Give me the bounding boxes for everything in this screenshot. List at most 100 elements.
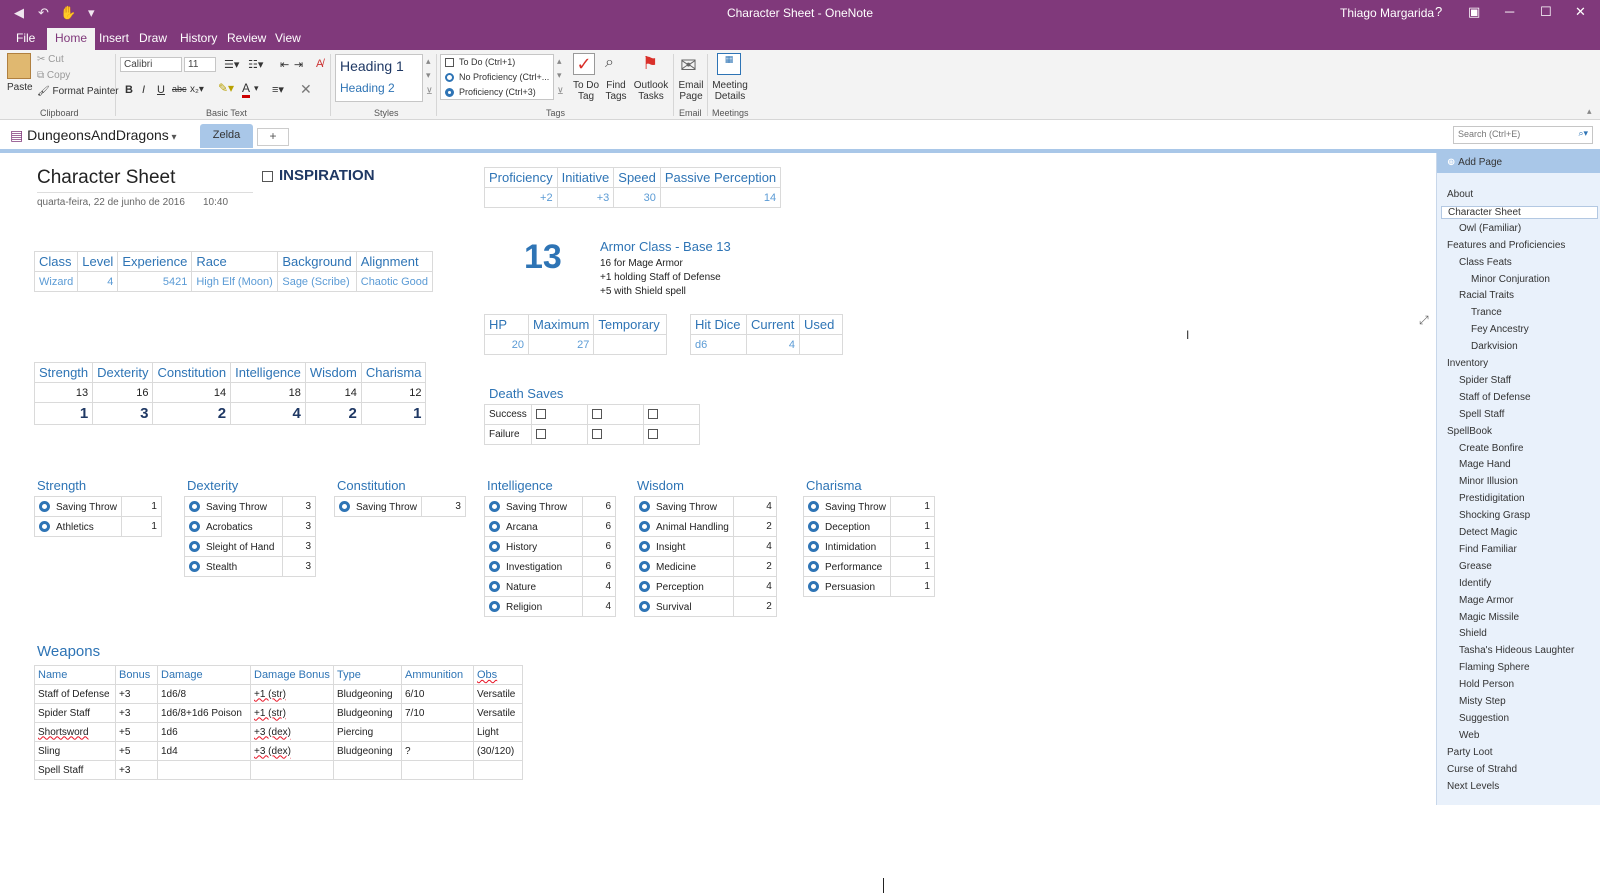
skill-value[interactable]: 1 <box>889 536 935 557</box>
proficiency-radio-icon[interactable] <box>189 520 200 532</box>
failure-checkbox[interactable] <box>535 429 546 440</box>
skill-value[interactable]: 3 <box>282 536 316 557</box>
find-tags-icon[interactable]: ⌕ <box>605 54 614 72</box>
skill-cell[interactable]: Insight <box>634 536 734 557</box>
skill-cell[interactable]: Sleight of Hand <box>184 536 283 557</box>
page-list-item[interactable]: Owl (Familiar) <box>1459 223 1521 234</box>
page-list-item[interactable]: Trance <box>1471 307 1502 318</box>
tab-view[interactable]: View <box>275 31 301 45</box>
search-input[interactable]: Search (Ctrl+E) ⌕▾ <box>1453 126 1593 144</box>
weapon-cell[interactable]: +1 (str) <box>250 684 334 704</box>
skill-cell[interactable]: Medicine <box>634 556 734 577</box>
paste-icon[interactable] <box>7 53 31 79</box>
proficiency-radio-icon[interactable] <box>808 500 819 512</box>
skill-cell[interactable]: Perception <box>634 576 734 597</box>
proficiency-radio-icon[interactable] <box>489 560 500 572</box>
ability-score[interactable]: 13 <box>33 382 94 403</box>
skill-cell[interactable]: Saving Throw <box>334 496 422 517</box>
proficiency-radio-icon[interactable] <box>339 500 350 512</box>
alignment-value[interactable]: Chaotic Good <box>355 271 434 292</box>
decrease-indent-icon[interactable]: ⇤ <box>280 58 289 71</box>
ability-modifier[interactable]: 3 <box>92 402 154 425</box>
weapon-cell[interactable]: +3 <box>115 760 158 780</box>
proficiency-radio-icon[interactable] <box>808 580 819 592</box>
skill-value[interactable]: 1 <box>120 516 162 537</box>
death-saves-title[interactable]: Death Saves <box>489 386 563 401</box>
hp-temporary-value[interactable] <box>593 334 668 355</box>
user-name[interactable]: Thiago Margarida <box>1340 6 1434 20</box>
skill-cell[interactable]: Nature <box>484 576 583 597</box>
copy-button[interactable]: ⧉ Copy <box>37 70 70 81</box>
tag-todo-item[interactable]: To Do (Ctrl+1) <box>445 57 515 68</box>
hit-dice-used-value[interactable] <box>799 334 843 355</box>
ability-modifier[interactable]: 1 <box>33 402 94 425</box>
page-list-item[interactable]: About <box>1447 189 1473 200</box>
hit-dice-value[interactable]: d6 <box>690 334 747 355</box>
highlight-icon[interactable]: ✎▾ <box>218 81 234 95</box>
skill-value[interactable]: 3 <box>282 556 316 577</box>
weapon-cell[interactable]: Spell Staff <box>34 760 116 780</box>
weapon-cell[interactable] <box>250 760 334 780</box>
success-checkbox[interactable] <box>591 409 602 420</box>
inspiration-item[interactable]: INSPIRATION <box>262 167 375 184</box>
weapon-cell[interactable]: Bludgeoning <box>333 741 402 761</box>
minimize-button[interactable]: ─ <box>1505 4 1514 19</box>
hit-dice-current-value[interactable]: 4 <box>746 334 800 355</box>
skill-cell[interactable]: Stealth <box>184 556 283 577</box>
tags-scroll-up-icon[interactable]: ▴ <box>557 56 562 67</box>
weapon-cell[interactable] <box>157 760 251 780</box>
page-list-item[interactable]: Create Bonfire <box>1459 443 1523 454</box>
close-button[interactable]: ✕ <box>1575 4 1586 20</box>
inspiration-checkbox[interactable] <box>262 170 273 182</box>
weapon-cell[interactable] <box>401 760 474 780</box>
failure-checkbox[interactable] <box>591 429 602 440</box>
proficiency-radio-icon[interactable] <box>808 520 819 532</box>
skill-cell[interactable]: Saving Throw <box>803 496 891 517</box>
todo-tag-icon[interactable]: ✓ <box>573 53 595 75</box>
armor-class-note[interactable]: 16 for Mage Armor <box>600 258 683 269</box>
page-list-item[interactable]: Shield <box>1459 628 1487 639</box>
weapon-cell[interactable]: 1d4 <box>157 741 251 761</box>
weapon-cell[interactable]: 1d6/8+1d6 Poison <box>157 703 251 723</box>
skill-group-title[interactable]: Intelligence <box>487 478 553 493</box>
skill-cell[interactable]: Survival <box>634 596 734 617</box>
weapon-cell[interactable]: +5 <box>115 741 158 761</box>
page-list-item[interactable]: Identify <box>1459 578 1491 589</box>
style-heading2[interactable]: Heading 2 <box>340 81 395 95</box>
proficiency-radio-icon[interactable] <box>639 540 650 552</box>
skill-cell[interactable]: Saving Throw <box>34 496 122 517</box>
skill-value[interactable]: 6 <box>582 496 616 517</box>
weapon-cell[interactable] <box>401 722 474 742</box>
bullets-icon[interactable]: ☰▾ <box>224 58 239 71</box>
page-list-item[interactable]: Spell Staff <box>1459 409 1504 420</box>
ability-modifier[interactable]: 2 <box>152 402 232 425</box>
page-list-item[interactable]: Features and Proficiencies <box>1447 240 1565 251</box>
align-icon[interactable]: ≡▾ <box>272 83 284 96</box>
page-list-item[interactable]: Find Familiar <box>1459 544 1517 555</box>
ability-score[interactable]: 14 <box>304 382 362 403</box>
proficiency-radio-icon[interactable] <box>189 560 200 572</box>
passive-perception-value[interactable]: 14 <box>659 187 782 208</box>
tab-history[interactable]: History <box>180 31 217 45</box>
styles-more-icon[interactable]: ⊻ <box>426 86 433 97</box>
skill-value[interactable]: 4 <box>732 536 777 557</box>
weapon-cell[interactable]: Shortsword <box>34 722 116 742</box>
clear-formatting-icon[interactable]: A̸ <box>316 58 323 70</box>
ability-score[interactable]: 18 <box>230 382 306 403</box>
email-icon[interactable]: ✉ <box>680 53 697 78</box>
add-page-button[interactable]: ⊕ Add Page <box>1437 153 1600 173</box>
level-value[interactable]: 4 <box>77 271 119 292</box>
skill-cell[interactable]: Athletics <box>34 516 122 537</box>
weapon-cell[interactable]: ? <box>401 741 474 761</box>
skill-value[interactable]: 3 <box>420 496 466 517</box>
page-list-item[interactable]: Shocking Grasp <box>1459 510 1530 521</box>
skill-cell[interactable]: Saving Throw <box>184 496 283 517</box>
armor-class-note[interactable]: +5 with Shield spell <box>600 286 686 297</box>
skill-cell[interactable]: Saving Throw <box>634 496 734 517</box>
page-list-item[interactable]: Misty Step <box>1459 696 1506 707</box>
skill-value[interactable]: 4 <box>582 576 616 597</box>
weapon-cell[interactable]: Light <box>473 722 523 742</box>
ribbon-display-icon[interactable]: ▣ <box>1468 4 1480 20</box>
skill-value[interactable]: 1 <box>889 496 935 517</box>
page-list-item[interactable]: Inventory <box>1447 358 1488 369</box>
